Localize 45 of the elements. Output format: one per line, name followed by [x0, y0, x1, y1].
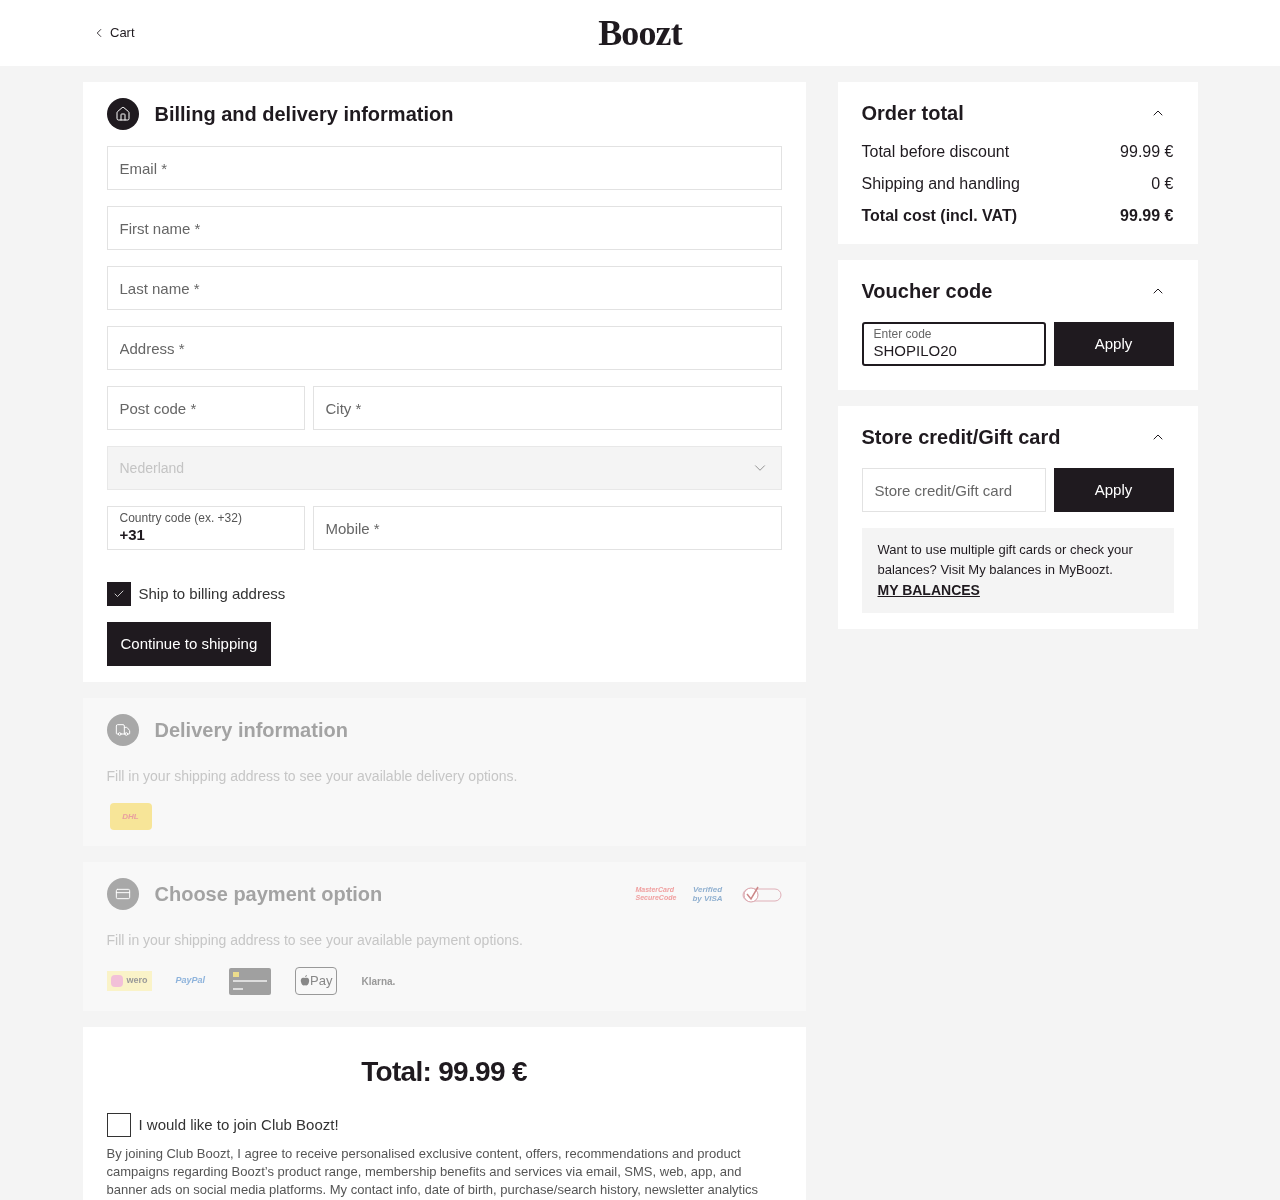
check-icon: [112, 588, 125, 600]
apply-button[interactable]: Apply: [1053, 322, 1174, 366]
input-field[interactable]: Post code *: [106, 386, 305, 430]
input-field[interactable]: Mobile *: [312, 506, 782, 550]
section-title: Billing and delivery information: [154, 102, 454, 127]
credit-card-icon: [229, 967, 272, 995]
checkmark-badge-icon: [741, 884, 782, 904]
continue-button[interactable]: Continue to shipping: [106, 622, 272, 666]
logo[interactable]: Boozt: [598, 6, 682, 60]
back-link[interactable]: Cart: [92, 23, 292, 43]
grand-total: Total: 99.99 €: [360, 1055, 528, 1089]
panel-title: Order total: [861, 101, 964, 126]
input-field[interactable]: Email *: [106, 146, 782, 190]
apple-pay-logo: Pay: [295, 967, 338, 995]
summary-value: 99.99 €: [1120, 206, 1174, 226]
summary-value: 0 €: [1151, 174, 1174, 194]
checkbox[interactable]: [106, 1113, 131, 1137]
voucher-field[interactable]: Enter code SHOPILO20: [861, 322, 1046, 366]
wero-logo: wero: [106, 971, 152, 991]
country-code-field[interactable]: Country code (ex. +32) +31: [106, 506, 305, 550]
balances-link[interactable]: MY BALANCES: [877, 582, 980, 598]
info-text: Want to use multiple gift cards or check your balances? Visit My balances in MyBoozt. MY BALANCES: [877, 541, 1134, 600]
klarna-logo: Klarna.: [361, 974, 396, 989]
section-title: Delivery information: [154, 718, 348, 743]
home-icon: [106, 98, 139, 130]
summary-label: Shipping and handling: [861, 174, 1020, 194]
consent-text: By joining Club Boozt, I agree to receive personalised exclusive content, offers, recommendations and product campaigns regarding Boozt’s product range, membership benefits and services via email, SMS, web, app, and banner ads on social media platforms. My contact info, date of birth, purchase/search history, newsletter analytics: [106, 1145, 760, 1199]
apply-button[interactable]: Apply: [1053, 468, 1174, 512]
section-title: Choose payment option: [154, 882, 383, 907]
panel-title: Voucher code: [861, 279, 993, 304]
input-field[interactable]: City *: [312, 386, 782, 430]
summary-label: Total before discount: [861, 142, 1010, 162]
summary-value: 99.99 €: [1120, 142, 1174, 162]
panel-title: Store credit/Gift card: [861, 425, 1061, 450]
summary-label: Total cost (incl. VAT): [861, 206, 1018, 226]
carrier-logo: DHL: [109, 803, 152, 830]
checkbox-label: I would like to join Club Boozt!: [138, 1114, 339, 1135]
input-field[interactable]: Store credit/Gift card: [861, 468, 1046, 512]
input-field[interactable]: First name *: [106, 206, 782, 250]
checkbox-label: Ship to billing address: [138, 583, 286, 604]
input-field[interactable]: Address *: [106, 326, 782, 370]
input-field[interactable]: Last name *: [106, 266, 782, 310]
checkbox[interactable]: [106, 582, 131, 606]
security-seal-text: Verified by VISA: [691, 885, 724, 903]
paypal-logo: PayPal: [175, 974, 206, 988]
